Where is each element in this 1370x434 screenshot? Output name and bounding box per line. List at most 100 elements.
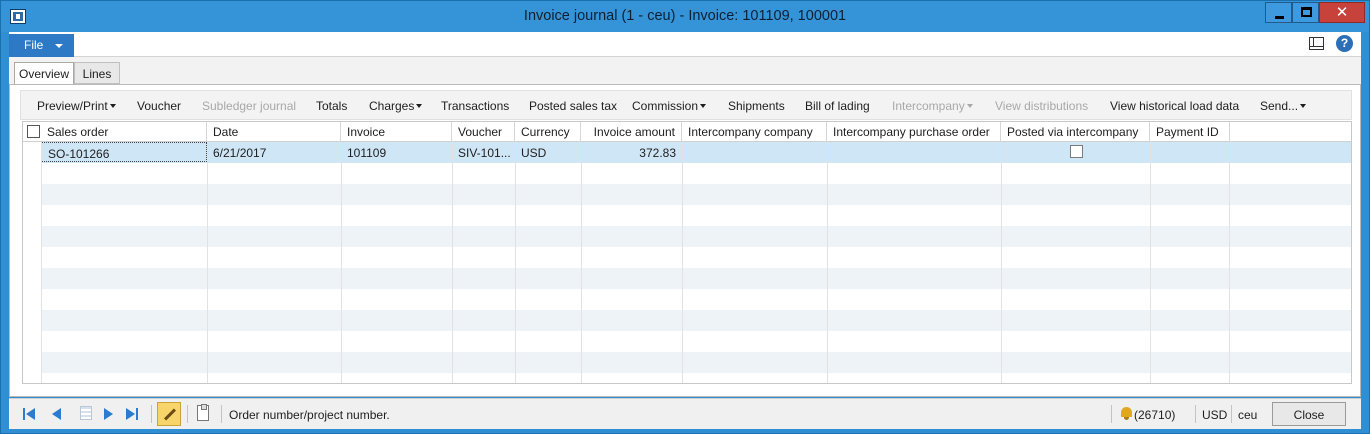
cell-sales-order[interactable]: SO-101266: [41, 142, 207, 162]
column-divider: [515, 142, 516, 383]
last-record-icon[interactable]: [126, 407, 140, 421]
menu-strip: File ?: [9, 32, 1361, 57]
pencil-icon: [163, 408, 177, 421]
column-divider: [1229, 142, 1230, 383]
posted-sales-tax-button[interactable]: Posted sales tax: [529, 99, 617, 113]
column-divider: [682, 142, 683, 383]
view-distributions-button[interactable]: View distributions: [995, 99, 1088, 113]
company-indicator[interactable]: ceu: [1238, 408, 1257, 422]
chevron-down-icon: [55, 44, 63, 48]
dropdown-arrow-icon: [109, 104, 116, 108]
table-row[interactable]: SO-101266 6/21/2017 101109 SIV-101... US…: [41, 142, 1351, 163]
bill-of-lading-button[interactable]: Bill of lading: [805, 99, 870, 113]
help-icon[interactable]: ?: [1336, 35, 1353, 52]
tab-strip: Overview Lines: [9, 57, 1361, 87]
column-header-invoice-amount[interactable]: Invoice amount: [581, 122, 682, 142]
cell-invoice-amount[interactable]: 372.83: [581, 142, 682, 163]
currency-indicator[interactable]: USD: [1202, 408, 1227, 422]
shipments-button[interactable]: Shipments: [728, 99, 785, 113]
charges-button[interactable]: Charges: [369, 99, 423, 113]
column-header-voucher[interactable]: Voucher: [452, 122, 515, 142]
first-record-icon[interactable]: [23, 407, 37, 421]
empty-row: [41, 163, 1351, 184]
column-header-sales-order[interactable]: Sales order: [41, 122, 207, 142]
empty-row: [41, 268, 1351, 289]
grid-view-icon[interactable]: [80, 406, 92, 420]
divider: [151, 405, 152, 423]
column-divider: [341, 142, 342, 383]
select-all-checkbox[interactable]: [27, 125, 40, 138]
grid-header: Sales order Date Invoice Voucher Currenc…: [23, 122, 1351, 142]
column-header-invoice[interactable]: Invoice: [341, 122, 452, 142]
file-menu-button[interactable]: File: [9, 34, 74, 57]
column-divider: [1150, 142, 1151, 383]
minimize-button[interactable]: [1265, 2, 1292, 23]
column-header-intercompany-purchase-order[interactable]: Intercompany purchase order: [827, 122, 1001, 142]
empty-row: [41, 352, 1351, 373]
panel-layout-icon[interactable]: [1309, 37, 1324, 50]
column-header-posted-via-intercompany[interactable]: Posted via intercompany: [1001, 122, 1150, 142]
cell-invoice[interactable]: 101109: [341, 142, 452, 163]
action-pane: Preview/Print Voucher Subledger journal …: [20, 90, 1352, 120]
column-header-payment-id[interactable]: Payment ID: [1150, 122, 1230, 142]
invoice-grid: Sales order Date Invoice Voucher Currenc…: [22, 121, 1352, 384]
transactions-button[interactable]: Transactions: [441, 99, 509, 113]
empty-row: [41, 310, 1351, 331]
maximize-button[interactable]: [1292, 2, 1319, 23]
status-message: Order number/project number.: [229, 408, 390, 422]
previous-record-icon[interactable]: [51, 407, 65, 421]
divider: [221, 405, 222, 423]
divider: [187, 405, 188, 423]
cell-intercompany-company[interactable]: [682, 142, 827, 163]
edit-mode-button[interactable]: [157, 402, 181, 426]
posted-via-intercompany-checkbox[interactable]: [1070, 145, 1083, 158]
tab-lines[interactable]: Lines: [74, 62, 120, 84]
minimize-icon: [1275, 16, 1284, 19]
column-divider: [581, 142, 582, 383]
invoice-journal-window: Invoice journal (1 - ceu) - Invoice: 101…: [0, 0, 1370, 434]
column-divider: [1001, 142, 1002, 383]
cell-currency[interactable]: USD: [515, 142, 581, 163]
intercompany-button[interactable]: Intercompany: [892, 99, 973, 113]
column-divider: [41, 142, 42, 383]
column-divider: [207, 142, 208, 383]
column-header-currency[interactable]: Currency: [515, 122, 581, 142]
view-historical-load-data-button[interactable]: View historical load data: [1110, 99, 1239, 113]
column-divider: [452, 142, 453, 383]
cell-payment-id[interactable]: [1150, 142, 1230, 163]
dropdown-arrow-icon: [416, 104, 423, 108]
empty-row: [41, 373, 1351, 383]
empty-row: [41, 205, 1351, 226]
notification-count[interactable]: (26710): [1134, 408, 1175, 422]
title-bar: Invoice journal (1 - ceu) - Invoice: 101…: [1, 1, 1369, 32]
voucher-button[interactable]: Voucher: [137, 99, 181, 113]
overview-panel: Preview/Print Voucher Subledger journal …: [9, 84, 1361, 397]
window-close-button[interactable]: ✕: [1319, 2, 1365, 23]
divider: [1231, 405, 1232, 423]
column-header-date[interactable]: Date: [207, 122, 341, 142]
window-title: Invoice journal (1 - ceu) - Invoice: 101…: [523, 8, 847, 24]
close-button[interactable]: Close: [1272, 402, 1346, 426]
status-bar: Order number/project number. (26710) USD…: [9, 398, 1361, 429]
empty-row: [41, 331, 1351, 352]
dropdown-arrow-icon: [966, 104, 973, 108]
maximize-icon: [1301, 7, 1312, 17]
attachments-icon[interactable]: [197, 404, 209, 421]
divider: [1111, 405, 1112, 423]
empty-row: [41, 289, 1351, 310]
cell-intercompany-purchase-order[interactable]: [827, 142, 1001, 163]
file-menu-label: File: [24, 38, 44, 52]
cell-date[interactable]: 6/21/2017: [207, 142, 341, 163]
preview-print-button[interactable]: Preview/Print: [37, 99, 116, 113]
dropdown-arrow-icon: [700, 104, 707, 108]
cell-voucher[interactable]: SIV-101...: [452, 142, 515, 163]
commission-button[interactable]: Commission: [632, 99, 707, 113]
empty-row: [41, 247, 1351, 268]
empty-row: [41, 184, 1351, 205]
subledger-journal-button[interactable]: Subledger journal: [202, 99, 296, 113]
notification-bell-icon[interactable]: [1120, 407, 1133, 420]
send-button[interactable]: Send...: [1260, 99, 1307, 113]
next-record-icon[interactable]: [103, 407, 117, 421]
totals-button[interactable]: Totals: [316, 99, 347, 113]
column-header-intercompany-company[interactable]: Intercompany company: [682, 122, 827, 142]
